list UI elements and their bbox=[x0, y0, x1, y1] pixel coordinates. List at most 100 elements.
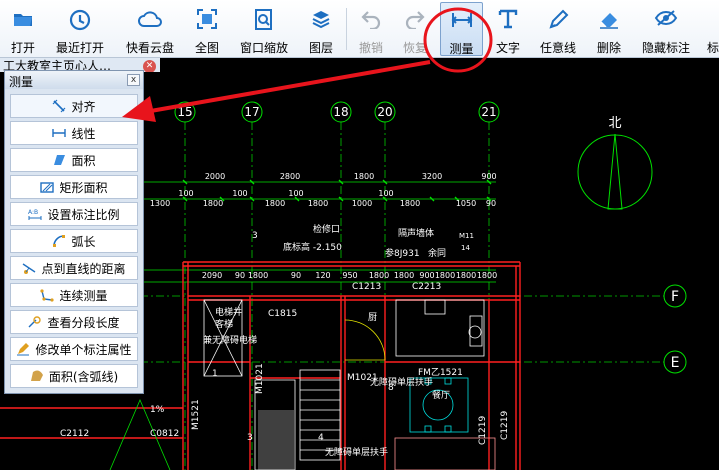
dim-third-4: 90 bbox=[291, 271, 301, 280]
open-button[interactable]: 打开 bbox=[2, 2, 44, 56]
redo-button[interactable]: 恢复 bbox=[396, 2, 434, 56]
measure-rect-area-button[interactable]: 矩形面积 bbox=[10, 175, 138, 199]
area-icon bbox=[54, 155, 66, 165]
measure-continuous-button[interactable]: 连续测量 bbox=[10, 283, 138, 307]
dim-third-1: 2090 bbox=[202, 271, 222, 280]
main-toolbar: 打开 最近打开 快看云盘 全图 窗口缩放 图层 撤销 恢复 测量 文字 任意线 … bbox=[0, 0, 719, 58]
dim-third-12: 1800 bbox=[477, 271, 497, 280]
layers-icon bbox=[312, 11, 330, 29]
measure-rect-area-label: 矩形面积 bbox=[59, 180, 108, 195]
measure-panel-close-icon[interactable]: x bbox=[127, 74, 140, 86]
redo-icon bbox=[405, 11, 425, 29]
note-elevator-shaft: 电梯井 bbox=[215, 306, 242, 318]
measure-edit-dimension-button[interactable]: 修改单个标注属性 bbox=[10, 337, 138, 361]
measure-arc-length-label: 弧长 bbox=[71, 234, 96, 249]
aligned-dimension-icon bbox=[53, 99, 66, 113]
delete-button[interactable]: 删除 bbox=[590, 2, 628, 56]
dim-second-3: 1800 bbox=[203, 199, 223, 208]
note-3b: 3 bbox=[247, 433, 253, 443]
dim-second-5: 1800 bbox=[265, 199, 285, 208]
undo-icon bbox=[361, 11, 381, 29]
dim-third-8: 1800 bbox=[394, 271, 414, 280]
note-handrail-b: 无障碍单层扶手 bbox=[325, 446, 388, 458]
note-kitchen: 厨 bbox=[368, 312, 377, 323]
zoom-window-button[interactable]: 窗口缩放 bbox=[236, 2, 292, 56]
dim-third-7: 1800 bbox=[369, 271, 389, 280]
freehand-line-button[interactable]: 任意线 bbox=[536, 2, 580, 56]
axis-label-18: 18 bbox=[333, 105, 348, 119]
note-c2112: C2112 bbox=[60, 429, 89, 439]
cloud-disk-button[interactable]: 快看云盘 bbox=[120, 2, 180, 56]
dim-third-9: 900 bbox=[419, 271, 434, 280]
scale-icon: A:B bbox=[28, 209, 42, 220]
dim-second-12: 90 bbox=[486, 199, 496, 208]
dim-second-1: 1300 bbox=[150, 199, 170, 208]
dim-second-9: 100 bbox=[378, 189, 393, 198]
annotation-button-partial[interactable]: 标 bbox=[704, 2, 719, 56]
note-sound-wall: 隔声墙体 bbox=[398, 227, 434, 239]
measure-arc-length-button[interactable]: 弧长 bbox=[10, 229, 138, 253]
measure-button[interactable]: 测量 bbox=[440, 2, 483, 56]
measure-segment-length-label: 查看分段长度 bbox=[47, 315, 120, 330]
measure-arc-area-label: 面积(含弧线) bbox=[48, 369, 119, 384]
measure-arc-area-button[interactable]: 面积(含弧线) bbox=[10, 364, 138, 388]
toolbar-separator bbox=[346, 8, 347, 50]
note-1: 1 bbox=[212, 369, 218, 379]
recent-open-button[interactable]: 最近打开 bbox=[52, 2, 108, 56]
measure-panel-titlebar[interactable]: 测量 x bbox=[5, 71, 143, 89]
linear-dimension-icon bbox=[52, 129, 67, 137]
measure-scale-button[interactable]: A:B 设置标注比例 bbox=[10, 202, 138, 226]
note-bottom-elevation: 底标高 -2.150 bbox=[283, 241, 342, 253]
note-4: 4 bbox=[318, 433, 324, 443]
measure-linear-button[interactable]: 线性 bbox=[10, 121, 138, 145]
measure-point-line-label: 点到直线的距离 bbox=[41, 261, 126, 276]
measure-aligned-label: 对齐 bbox=[71, 99, 96, 114]
measure-segment-length-button[interactable]: 查看分段长度 bbox=[10, 310, 138, 334]
text-button[interactable]: 文字 bbox=[490, 2, 526, 56]
axis-label-E: E bbox=[671, 355, 680, 371]
measure-icon bbox=[451, 13, 472, 27]
dim-third-2: 90 bbox=[235, 271, 245, 280]
note-m1021-b: M1021 bbox=[255, 363, 265, 394]
measure-area-button[interactable]: 面积 bbox=[10, 148, 138, 172]
measure-edit-dimension-label: 修改单个标注属性 bbox=[35, 342, 132, 357]
note-c1815: C1815 bbox=[268, 309, 297, 319]
dim-third-10: 1800 bbox=[435, 271, 455, 280]
fit-view-button[interactable]: 全图 bbox=[190, 2, 224, 56]
note-reference: 参8J931 bbox=[385, 247, 420, 259]
measure-area-label: 面积 bbox=[71, 153, 96, 168]
dim-second-4: 100 bbox=[232, 189, 247, 198]
segment-length-icon bbox=[28, 316, 42, 328]
measure-scale-label: 设置标注比例 bbox=[47, 207, 120, 222]
hatched-area bbox=[258, 410, 294, 470]
dim-top-4: 3200 bbox=[422, 172, 442, 181]
axis-label-21: 21 bbox=[481, 105, 496, 119]
measure-linear-label: 线性 bbox=[71, 126, 96, 141]
svg-text:A:B: A:B bbox=[28, 209, 38, 216]
note-same: 余同 bbox=[428, 247, 446, 259]
arc-area-icon bbox=[30, 370, 43, 381]
measure-panel-title: 测量 bbox=[9, 75, 34, 89]
eraser-icon bbox=[600, 13, 618, 29]
pen-icon bbox=[549, 9, 569, 29]
note-14: 14 bbox=[461, 244, 470, 252]
note-fm1521: FM乙1521 bbox=[418, 367, 463, 378]
measure-continuous-label: 连续测量 bbox=[59, 288, 108, 303]
axis-label-F: F bbox=[671, 289, 679, 305]
layers-button[interactable]: 图层 bbox=[303, 2, 339, 56]
note-m11: M11 bbox=[459, 232, 474, 240]
measure-point-line-button[interactable]: 点到直线的距离 bbox=[10, 256, 138, 280]
undo-button[interactable]: 撤销 bbox=[352, 2, 390, 56]
note-c1213: C1213 bbox=[352, 282, 381, 292]
measure-panel: 测量 x 对齐 线性 面积 矩形面积 A:B 设置标注比例 弧长 点到直线的距离… bbox=[4, 70, 144, 394]
cad-viewer-window: 打开 最近打开 快看云盘 全图 窗口缩放 图层 撤销 恢复 测量 文字 任意线 … bbox=[0, 0, 719, 470]
hide-annotation-button[interactable]: 隐藏标注 bbox=[638, 2, 694, 56]
measure-aligned-button[interactable]: 对齐 bbox=[10, 94, 138, 118]
continuous-measure-icon bbox=[40, 289, 55, 302]
arc-length-icon bbox=[53, 235, 66, 247]
fit-view-icon bbox=[197, 9, 217, 29]
note-c1219-b: C1219 bbox=[478, 416, 488, 445]
dim-second-2: 100 bbox=[178, 189, 193, 198]
north-label: 北 bbox=[608, 116, 621, 131]
cloud-icon bbox=[138, 11, 162, 27]
